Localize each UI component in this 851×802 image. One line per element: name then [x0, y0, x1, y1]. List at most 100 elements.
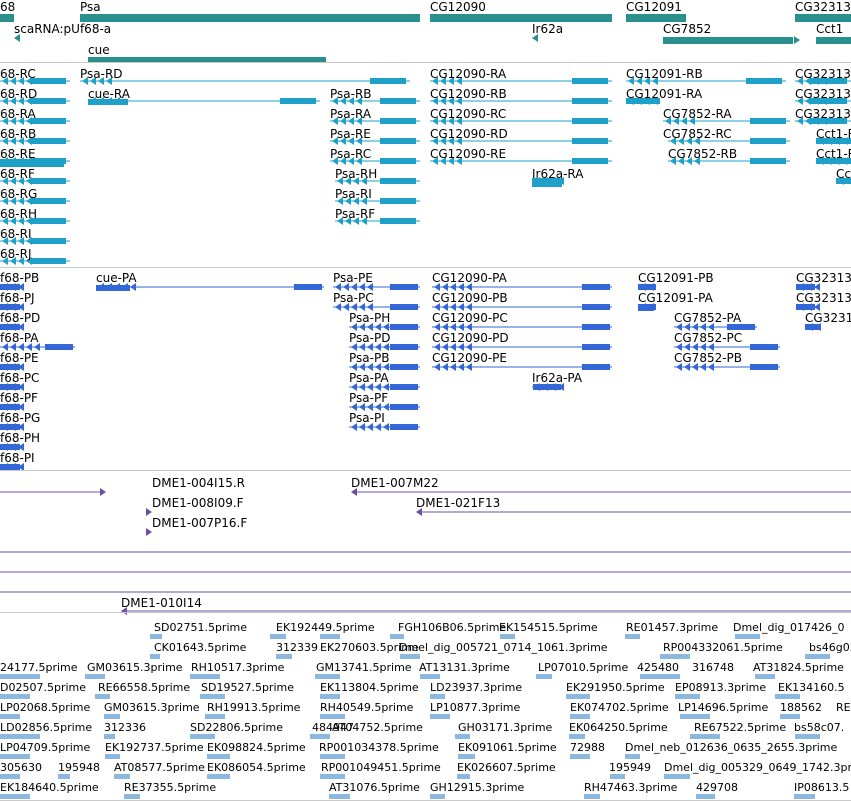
- ests-feature-label[interactable]: EK291950.5prime: [566, 681, 665, 695]
- proteins-feature-label[interactable]: Psa-PD: [349, 331, 390, 345]
- mrna-feature-label[interactable]: CG12090-RB: [430, 87, 507, 101]
- mrna-feature-label[interactable]: 68-RE: [0, 147, 36, 161]
- proteins-feature-label[interactable]: Psa-PA: [349, 371, 389, 385]
- protein-exon[interactable]: [390, 344, 418, 350]
- mrna-feature-label[interactable]: CG32313: [795, 107, 851, 121]
- ests-feature-label[interactable]: LP07010.5prime: [538, 661, 628, 675]
- ests-feature-label[interactable]: AT04752.5prime: [332, 721, 423, 735]
- mrna-feature-label[interactable]: Cct1-R: [816, 127, 851, 141]
- proteins-feature-label[interactable]: CG12090-PC: [432, 311, 508, 325]
- protein-exon[interactable]: [390, 404, 418, 410]
- mrna-feature-label[interactable]: 68-RJ: [0, 247, 31, 261]
- ests-feature-label[interactable]: RE01457.3prime: [626, 621, 718, 635]
- mrna-feature-label[interactable]: Cc: [836, 167, 851, 181]
- proteins-feature-label[interactable]: CG12091-PB: [638, 271, 714, 285]
- ests-feature-label[interactable]: 425480: [637, 661, 679, 675]
- mrna-feature-label[interactable]: 68-RA: [0, 107, 36, 121]
- mrna-exon[interactable]: [370, 78, 406, 84]
- ests-feature-label[interactable]: EK064250.5prime: [569, 721, 668, 735]
- mrna-feature-label[interactable]: Psa-RA: [330, 107, 371, 121]
- mrna-exon[interactable]: [750, 118, 786, 124]
- gene-bar[interactable]: [80, 14, 420, 22]
- proteins-feature-label[interactable]: f68-PA: [0, 331, 39, 345]
- proteins-feature-label[interactable]: f68-PD: [0, 311, 40, 325]
- ests-feature-label[interactable]: GM03615.3prime: [104, 701, 200, 715]
- ests-feature-label[interactable]: EK134160.5: [778, 681, 845, 695]
- gene-bar[interactable]: [430, 14, 612, 22]
- mrna-exon[interactable]: [380, 138, 416, 144]
- protein-exon[interactable]: [390, 324, 418, 330]
- mrna-exon[interactable]: [572, 78, 608, 84]
- protein-exon[interactable]: [45, 344, 73, 350]
- protein-exon[interactable]: [390, 384, 418, 390]
- gene-bar[interactable]: [795, 14, 851, 22]
- ests-feature-label[interactable]: EK192449.5prime: [276, 621, 375, 635]
- protein-exon[interactable]: [582, 344, 610, 350]
- ests-feature-label[interactable]: bs46g03.: [809, 641, 851, 655]
- mrna-feature-label[interactable]: 68-RG: [0, 187, 37, 201]
- ests-feature-label[interactable]: RP001034378.5prime: [319, 741, 439, 755]
- proteins-feature-label[interactable]: Psa-PC: [333, 291, 374, 305]
- genes-feature-label[interactable]: 68: [0, 0, 15, 14]
- genes-feature-label[interactable]: scaRNA:pUf68-a: [14, 22, 111, 36]
- proteins-feature-label[interactable]: CG12090-PE: [432, 351, 507, 365]
- mrna-feature-label[interactable]: Psa-RD: [80, 67, 123, 81]
- proteins-feature-label[interactable]: CG12090-PA: [432, 271, 507, 285]
- proteins-feature-label[interactable]: f68-PI: [0, 451, 35, 465]
- mrna-feature-label[interactable]: Psa-RB: [330, 87, 372, 101]
- proteins-feature-label[interactable]: CG12090-PB: [432, 291, 508, 305]
- mrna-feature-label[interactable]: 68-RD: [0, 87, 37, 101]
- ests-feature-label[interactable]: AT08577.5prime: [114, 761, 205, 775]
- ests-feature-label[interactable]: FGH106B06.5prime: [398, 621, 506, 635]
- proteins-feature-label[interactable]: f68-PF: [0, 391, 38, 405]
- ests-feature-label[interactable]: Dmel_dig_005721_0714_1061.3prime: [399, 641, 608, 655]
- ests-feature-label[interactable]: 305630: [0, 761, 42, 775]
- ests-feature-label[interactable]: LP10877.3prime: [430, 701, 520, 715]
- ests-feature-label[interactable]: EK086054.5prime: [207, 761, 306, 775]
- ests-feature-label[interactable]: EK026607.5prime: [457, 761, 556, 775]
- mrna-feature-label[interactable]: CG7852-RB: [668, 147, 737, 161]
- protein-exon[interactable]: [96, 285, 130, 291]
- mrna-feature-label[interactable]: 68-RF: [0, 167, 35, 181]
- genes-feature-label[interactable]: CG12091: [626, 0, 682, 14]
- mrna-exon[interactable]: [380, 158, 416, 164]
- ests-feature-label[interactable]: D02507.5prime: [0, 681, 86, 695]
- ests-feature-label[interactable]: RE66558.5prime: [98, 681, 190, 695]
- ests-feature-label[interactable]: SD19527.5prime: [201, 681, 294, 695]
- proteins-feature-label[interactable]: CG3231: [805, 311, 851, 325]
- mrna-exon[interactable]: [572, 138, 608, 144]
- protein-exon[interactable]: [390, 284, 418, 290]
- proteins-feature-label[interactable]: CG7852-PC: [674, 331, 742, 345]
- ests-feature-label[interactable]: CK01643.5prime: [154, 641, 246, 655]
- protein-exon[interactable]: [390, 364, 418, 370]
- ests-feature-label[interactable]: SD02751.5prime: [154, 621, 247, 635]
- ests-feature-label[interactable]: LD02856.5prime: [0, 721, 92, 735]
- mrna-exon[interactable]: [380, 198, 416, 204]
- proteins-feature-label[interactable]: f68-PH: [0, 431, 40, 445]
- proteins-feature-label[interactable]: Psa-PH: [349, 311, 390, 325]
- mrna-exon[interactable]: [380, 118, 416, 124]
- proteins-feature-label[interactable]: f68-PE: [0, 351, 39, 365]
- proteins-feature-label[interactable]: CG32313: [796, 271, 851, 285]
- protein-exon[interactable]: [294, 284, 322, 290]
- ests-feature-label[interactable]: RH47463.3prime: [584, 781, 677, 795]
- ests-feature-label[interactable]: RH10517.3prime: [191, 661, 284, 675]
- ests-feature-label[interactable]: 195949: [609, 761, 651, 775]
- ests-feature-label[interactable]: GH03171.3prime: [458, 721, 552, 735]
- mrna-exon[interactable]: [280, 98, 316, 104]
- ests-feature-label[interactable]: EK192737.5prime: [105, 741, 204, 755]
- mrna-feature-label[interactable]: Psa-RF: [335, 207, 375, 221]
- ests-feature-label[interactable]: bs58c07.: [794, 721, 844, 735]
- genes-feature-label[interactable]: CG7852: [663, 22, 711, 36]
- mrna-exon[interactable]: [572, 158, 608, 164]
- proteins-feature-label[interactable]: CG12091-PA: [638, 291, 713, 305]
- ests-feature-label[interactable]: 312339: [276, 641, 318, 655]
- mrna-feature-label[interactable]: CG12090-RA: [430, 67, 506, 81]
- mrna-feature-label[interactable]: cue-RA: [88, 87, 130, 101]
- mrna-exon[interactable]: [30, 238, 66, 244]
- proteins-feature-label[interactable]: Psa-PB: [349, 351, 389, 365]
- ests-feature-label[interactable]: RH19913.5prime: [207, 701, 300, 715]
- ests-feature-label[interactable]: RH40549.5prime: [320, 701, 413, 715]
- ests-feature-label[interactable]: EK154515.5prime: [499, 621, 598, 635]
- ests-feature-label[interactable]: EK074702.5prime: [570, 701, 669, 715]
